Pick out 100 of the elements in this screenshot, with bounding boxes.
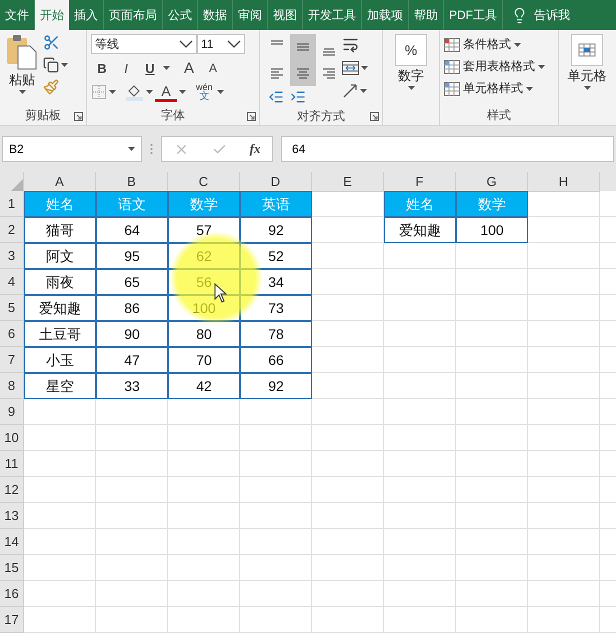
column-title: 姓名 (24, 191, 96, 217)
table-cell: 73 (240, 295, 312, 321)
column-title: 数学 (168, 191, 240, 217)
align-middle-icon (297, 43, 309, 51)
borders-icon[interactable] (91, 84, 107, 100)
cells-button[interactable]: 单元格 (566, 34, 608, 125)
dialog-launcher-icon[interactable] (370, 112, 379, 121)
phonetic-guide-button[interactable]: wén 文 (194, 83, 215, 101)
table-cell: 62 (168, 243, 240, 269)
table-cell: 92 (240, 217, 312, 243)
caret-icon (538, 64, 545, 68)
row-header[interactable]: 16 (0, 581, 24, 607)
table-cell: 78 (240, 321, 312, 347)
table-cell: 33 (96, 373, 168, 399)
table-cell: 42 (168, 373, 240, 399)
table-cell: 阿文 (24, 243, 96, 269)
row-header[interactable]: 3 (0, 243, 24, 269)
row-header[interactable]: 14 (0, 529, 24, 555)
table-format-icon (444, 82, 460, 96)
row-header[interactable]: 1 (0, 191, 24, 217)
row-header[interactable]: 13 (0, 503, 24, 529)
caret-icon (128, 147, 135, 151)
styles-menu-item[interactable]: 单元格样式 (444, 78, 554, 99)
row-header[interactable]: 11 (0, 451, 24, 477)
caret-icon (109, 90, 116, 94)
styles-menu-item[interactable]: 条件格式 (444, 34, 554, 55)
table-cell: 小玉 (24, 347, 96, 373)
insert-function-button[interactable]: fx (250, 141, 260, 157)
table-cell: 92 (240, 373, 312, 399)
ribbon-tab[interactable]: 开始 (35, 0, 69, 30)
align-right-icon (323, 68, 335, 78)
table-cell: 65 (96, 269, 168, 295)
paste-button[interactable]: 粘贴 (4, 34, 40, 107)
tell-me-search[interactable]: 告诉我 (534, 6, 570, 24)
underline-button[interactable]: U (139, 57, 161, 79)
styles-menu-item[interactable]: 套用表格格式 (444, 56, 554, 77)
caret-icon (146, 90, 153, 94)
dialog-launcher-icon[interactable] (247, 112, 256, 121)
grip-icon (150, 143, 153, 155)
align-center-icon (297, 68, 309, 78)
increase-indent-icon[interactable] (290, 89, 306, 105)
wrap-text-icon[interactable] (342, 36, 359, 53)
caret-icon (179, 90, 186, 94)
row-header[interactable]: 15 (0, 555, 24, 581)
caret-icon (408, 86, 414, 90)
dialog-launcher-icon[interactable] (74, 112, 83, 121)
row-header[interactable]: 4 (0, 269, 24, 295)
table-cell: 95 (96, 243, 168, 269)
column-title: 姓名 (384, 191, 456, 217)
name-box[interactable]: B2 (2, 136, 142, 162)
row-header[interactable]: 8 (0, 373, 24, 399)
table-cell: 90 (96, 321, 168, 347)
row-header[interactable]: 6 (0, 321, 24, 347)
alignment-button[interactable] (290, 34, 316, 60)
row-header[interactable]: 2 (0, 217, 24, 243)
align-left-icon (271, 68, 283, 78)
table-cell: 爱知趣 (24, 295, 96, 321)
merge-cells-icon[interactable] (342, 61, 359, 75)
table-format-icon (444, 38, 460, 52)
font-name-field[interactable]: 等线 (91, 34, 197, 54)
group-label: 字体 (160, 107, 186, 124)
decrease-font-size-button[interactable]: A (202, 57, 224, 79)
table-cell: 爱知趣 (384, 217, 456, 243)
fill-color-icon[interactable] (126, 84, 144, 100)
table-cell: 猫哥 (24, 217, 96, 243)
copy-icon[interactable] (43, 57, 59, 73)
align-bottom-icon (323, 48, 335, 56)
alignment-button[interactable] (290, 60, 316, 86)
column-title: 英语 (240, 191, 312, 217)
table-cell: 70 (168, 347, 240, 373)
number-format-button[interactable]: % 数字 (393, 34, 429, 125)
row-header[interactable]: 9 (0, 399, 24, 425)
table-cell: 土豆哥 (24, 321, 96, 347)
cut-icon[interactable] (43, 34, 60, 51)
bold-button[interactable]: B (91, 57, 113, 79)
caret-icon (163, 66, 170, 70)
caret-icon (360, 89, 367, 93)
row-header[interactable]: 10 (0, 425, 24, 451)
caret-icon (18, 90, 26, 94)
table-cell: 64 (96, 217, 168, 243)
table-cell: 66 (240, 347, 312, 373)
row-header[interactable]: 7 (0, 347, 24, 373)
cells-icon (571, 34, 603, 66)
italic-button[interactable]: I (115, 57, 137, 79)
caret-icon (526, 86, 533, 90)
column-title: 数学 (456, 191, 528, 217)
table-cell: 100 (168, 295, 240, 321)
table-cell: 56 (168, 269, 240, 295)
table-cell: 雨夜 (24, 269, 96, 295)
row-header[interactable]: 5 (0, 295, 24, 321)
formula-field[interactable]: 64 (281, 136, 614, 162)
table-cell: 80 (168, 321, 240, 347)
row-header[interactable]: 12 (0, 477, 24, 503)
row-header[interactable]: 17 (0, 607, 24, 633)
font-color-button[interactable]: A (155, 82, 177, 102)
decrease-indent-icon[interactable] (268, 89, 284, 105)
increase-font-size-button[interactable]: A (178, 57, 200, 79)
table-cell: 100 (456, 217, 528, 243)
text-orientation-icon[interactable] (342, 83, 358, 99)
font-size-field[interactable]: 11 (197, 34, 245, 54)
